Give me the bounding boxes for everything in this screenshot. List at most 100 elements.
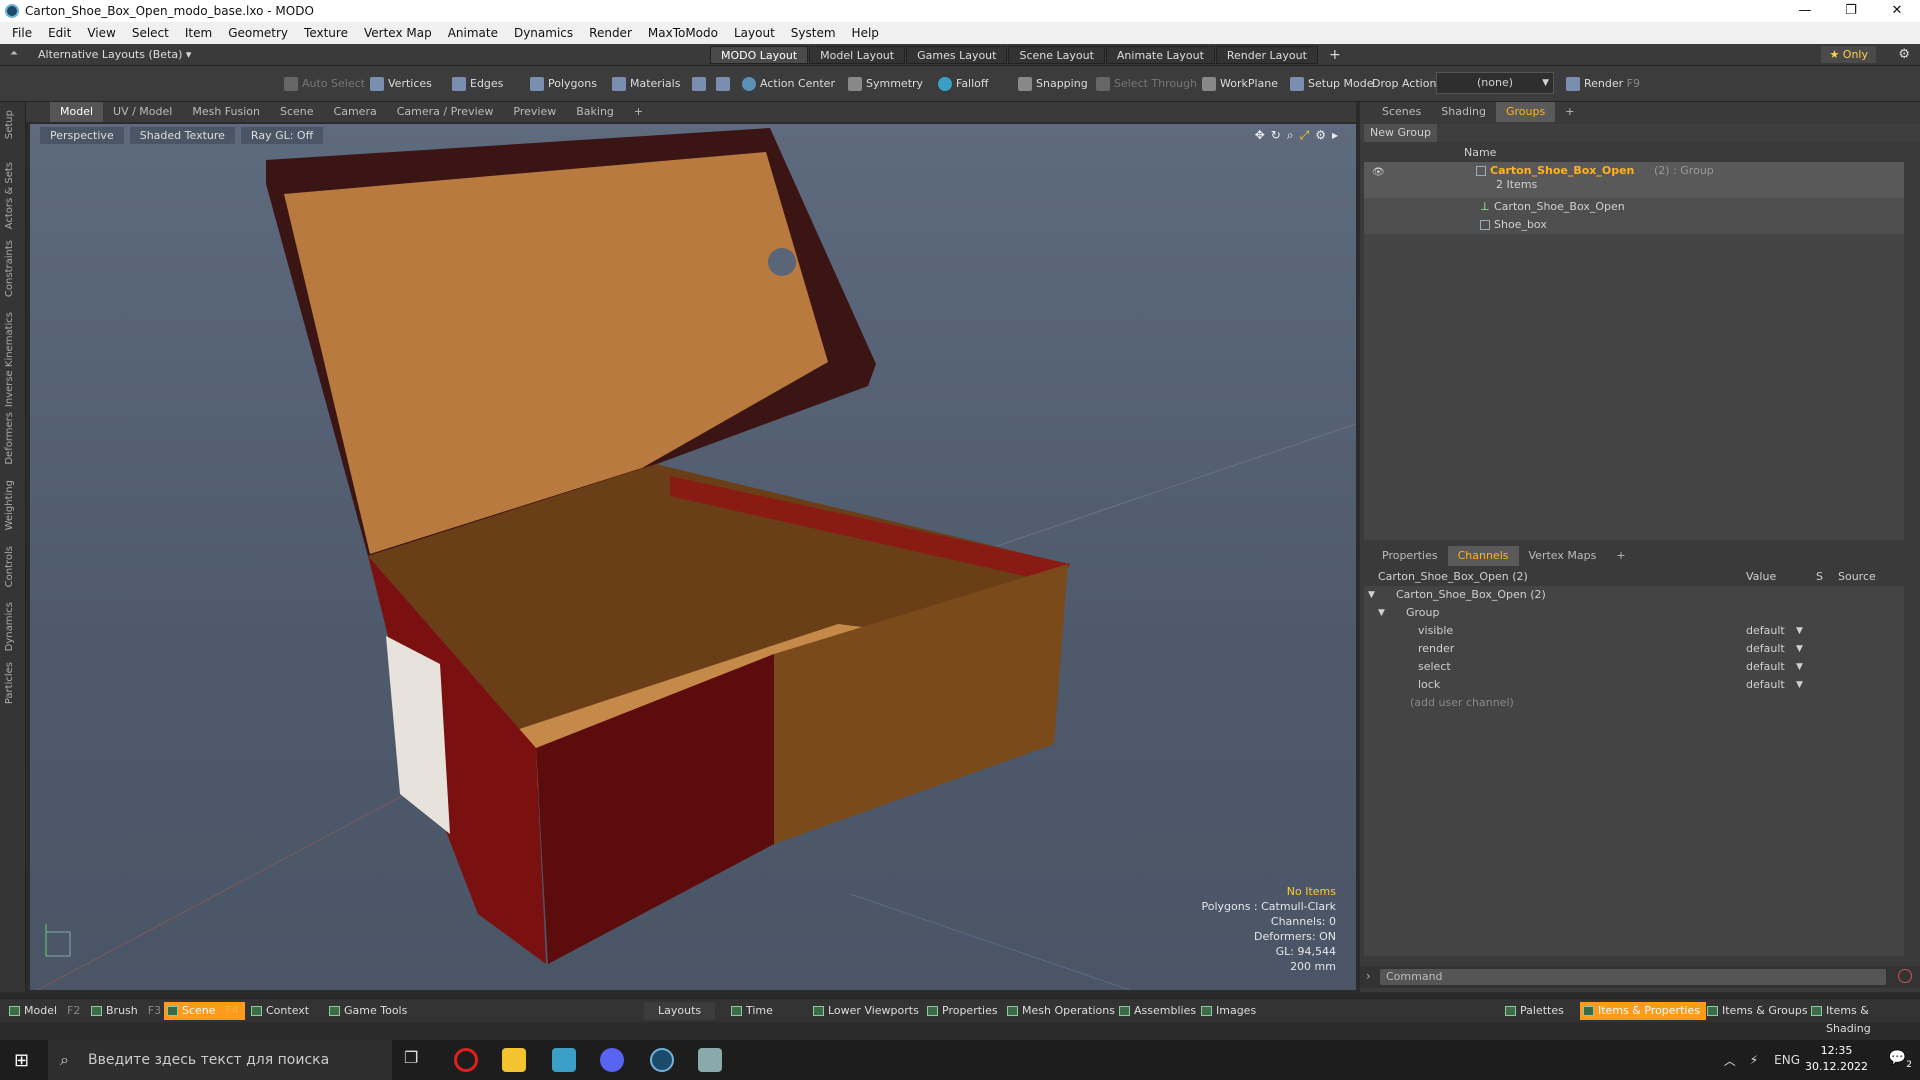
items-properties-button[interactable]: Items & Properties [1580,1002,1706,1020]
channel-row[interactable]: lock default ▼ [1364,676,1904,694]
game-tools-button[interactable]: Game Tools [326,1002,413,1020]
discord-icon[interactable] [600,1048,624,1072]
tab-uv-model[interactable]: UV / Model [103,102,182,122]
vtab-actors-sets[interactable]: Actors & Sets [4,162,15,229]
view-perspective-dropdown[interactable]: Perspective [40,126,124,144]
polygons-button[interactable]: Polygons [528,74,597,94]
tray-chevron-up-icon[interactable]: ︿ [1724,1052,1736,1069]
language-indicator[interactable]: ENG [1774,1053,1800,1067]
vtab-inverse-kinematics[interactable]: Inverse Kinematics [4,312,15,407]
windows-start-icon[interactable]: ⊞ [14,1050,29,1071]
menu-geometry[interactable]: Geometry [220,26,296,40]
channel-value-dropdown[interactable]: default [1746,640,1785,658]
properties-button[interactable]: Properties [924,1002,1004,1020]
new-group-button[interactable]: New Group [1364,124,1437,142]
mesh-operations-button[interactable]: Mesh Operations [1004,1002,1121,1020]
snapping-button[interactable]: Snapping [1016,74,1088,94]
menu-help[interactable]: Help [844,26,887,40]
vtab-controls[interactable]: Controls [4,546,15,587]
taskbar-search-input[interactable]: ⌕ Введите здесь текст для поиска [48,1040,392,1080]
tab-model[interactable]: Model [50,102,104,122]
drop-action-dropdown[interactable]: (none) ▼ [1436,72,1554,94]
tab-preview[interactable]: Preview [503,102,566,122]
tab-channels[interactable]: Channels [1447,546,1519,566]
brush-button[interactable]: Brush F3 [88,1002,167,1020]
menu-vertex-map[interactable]: Vertex Map [356,26,440,40]
vertices-button[interactable]: Vertices [368,74,432,94]
add-user-channel-row[interactable]: (add user channel) [1364,694,1904,712]
context-button[interactable]: Context [248,1002,315,1020]
menu-system[interactable]: System [783,26,844,40]
images-button[interactable]: Images [1198,1002,1262,1020]
clock[interactable]: 12:35 30.12.2022 [1805,1043,1868,1075]
add-panel-tab[interactable]: + [1555,102,1584,122]
raygl-toggle[interactable]: Ray GL: Off [240,126,324,144]
layout-arrow-icon[interactable]: ⏶ [10,48,22,60]
chevron-down-icon[interactable]: ▼ [1796,640,1803,658]
tab-camera-preview[interactable]: Camera / Preview [387,102,504,122]
tab-shading[interactable]: Shading [1431,102,1496,122]
visibility-eye-icon[interactable]: 👁 [1372,164,1385,182]
menu-view[interactable]: View [79,26,123,40]
tab-scenes[interactable]: Scenes [1372,102,1431,122]
menu-render[interactable]: Render [581,26,640,40]
opera-icon[interactable] [454,1048,478,1072]
modo-taskbar-icon[interactable] [650,1048,674,1072]
vtab-constraints[interactable]: Constraints [4,240,15,297]
close-button[interactable]: ✕ [1874,0,1920,22]
shading-dropdown[interactable]: Shaded Texture [129,126,235,144]
task-view-icon[interactable]: ❐ [404,1048,428,1072]
menu-dynamics[interactable]: Dynamics [506,26,581,40]
chevron-down-icon[interactable]: ▼ [1796,676,1803,694]
tab-mesh-fusion[interactable]: Mesh Fusion [182,102,270,122]
file-explorer-icon[interactable] [502,1048,526,1072]
pivot-mode-icon[interactable] [716,77,730,91]
record-icon[interactable] [1898,969,1912,983]
fit-view-icon[interactable]: ⤢ [1300,128,1310,143]
item-mode-icon[interactable] [692,77,706,91]
add-tab-button[interactable]: + [624,102,653,122]
tab-modo-layout[interactable]: MODO Layout [710,46,809,64]
palettes-button[interactable]: Palettes [1502,1002,1570,1020]
edges-button[interactable]: Edges [450,74,503,94]
channel-value-dropdown[interactable]: default [1746,658,1785,676]
chevron-down-icon[interactable]: ▼ [1796,622,1803,640]
tab-scene-layout[interactable]: Scene Layout [1008,46,1105,64]
minimize-button[interactable]: — [1782,0,1828,22]
lower-viewports-button[interactable]: Lower Viewports [810,1002,925,1020]
menu-select[interactable]: Select [124,26,177,40]
tab-scene[interactable]: Scene [270,102,324,122]
tab-properties[interactable]: Properties [1372,546,1448,566]
tab-render-layout[interactable]: Render Layout [1215,46,1318,64]
select-through-button[interactable]: Select Through [1094,74,1197,94]
vtab-weighting[interactable]: Weighting [4,480,15,530]
assemblies-button[interactable]: Assemblies [1116,1002,1202,1020]
materials-button[interactable]: Materials [610,74,680,94]
tab-animate-layout[interactable]: Animate Layout [1105,46,1215,64]
group-row[interactable]: 👁 Carton_Shoe_Box_Open (2) : Group 2 Ite… [1364,162,1904,198]
render-button[interactable]: Render F9 [1564,74,1640,94]
command-input[interactable]: Command [1380,969,1886,985]
falloff-button[interactable]: Falloff [936,74,988,94]
zoom-view-icon[interactable]: ⌕ [1287,128,1294,143]
3d-viewport[interactable]: Perspective Shaded Texture Ray GL: Off ✥… [30,124,1356,990]
setup-mode-button[interactable]: Setup Mode [1288,74,1373,94]
tab-camera[interactable]: Camera [324,102,387,122]
alternative-layouts-dropdown[interactable]: Alternative Layouts (Beta) ▾ [38,48,191,61]
vtab-setup[interactable]: Setup [4,110,15,139]
tab-vertex-maps[interactable]: Vertex Maps [1519,546,1607,566]
channel-row[interactable]: render default ▼ [1364,640,1904,658]
maximize-button[interactable]: ❐ [1828,0,1874,22]
menu-item[interactable]: Item [177,26,220,40]
tab-baking[interactable]: Baking [566,102,624,122]
notifications-icon[interactable]: 💬 [1889,1050,1906,1066]
move-view-icon[interactable]: ✥ [1255,128,1265,143]
items-shading-button[interactable]: Items & Shading [1808,1002,1920,1035]
layouts-button[interactable]: Layouts [644,1002,716,1020]
channel-group-row[interactable]: ▼ Group [1364,604,1904,622]
list-item[interactable]: ⊥ Carton_Shoe_Box_Open [1364,198,1904,216]
tab-groups[interactable]: Groups [1495,102,1556,122]
vtab-deformers[interactable]: Deformers [4,412,15,465]
action-center-button[interactable]: Action Center [740,74,835,94]
menu-animate[interactable]: Animate [440,26,506,40]
